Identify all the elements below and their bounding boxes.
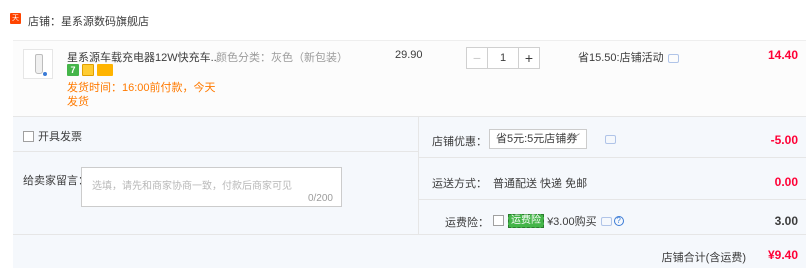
store-header: 天猫 店铺：星系源数码旗舰店 (0, 0, 806, 40)
promo-icons: 7 (67, 64, 116, 76)
quantity-decrease-button[interactable]: − (466, 47, 488, 69)
divider (419, 199, 806, 200)
unit-price: 29.90 (395, 49, 423, 61)
item-total: 14.40 (767, 48, 798, 62)
cart-item-row: 星系源车载充电器12W快充车... 颜色分类：灰色（新包装） 7 发货时间：16… (13, 40, 806, 116)
product-thumbnail[interactable] (23, 49, 53, 79)
product-spec: 颜色分类：灰色（新包装） (216, 52, 348, 64)
tmall-badge-icon: 天猫 (10, 13, 21, 33)
coupon-label: 店铺优惠： (432, 136, 487, 148)
insurance-label: 运费险： (445, 217, 489, 229)
shipping-time-note: 发货时间：16:00前付款，今天发货 (67, 82, 216, 108)
store-name[interactable]: 店铺：星系源数码旗舰店 (28, 13, 149, 29)
divider (419, 157, 806, 158)
memo-char-count: 0/200 (307, 193, 333, 204)
invoice-checkbox[interactable] (23, 131, 34, 142)
discount-note: 省15.50:店铺活动 (578, 49, 679, 65)
seven-day-return-icon[interactable]: 7 (67, 64, 79, 76)
credit-card-icon[interactable] (97, 64, 113, 76)
help-icon[interactable]: ? (613, 216, 624, 226)
coupon-amount: -5.00 (770, 133, 798, 147)
divider (13, 151, 419, 152)
invoice-label: 开具发票 (38, 131, 82, 143)
quantity-input[interactable]: 1 (488, 47, 518, 69)
guarantee-icon[interactable] (82, 64, 94, 76)
order-summary: 店铺优惠： 省5元:5元店铺券 ﹀ -5.00 运送方式： 普通配送 快递 免邮… (419, 117, 806, 235)
product-title[interactable]: 星系源车载充电器12W快充车... (67, 49, 217, 65)
coupon-value: 省5元:5元店铺券 (496, 133, 578, 145)
insurance-amount: 3.00 (774, 214, 798, 228)
insurance-price: ¥3.00购买 (547, 216, 597, 228)
insurance-tag: 运费险 (508, 214, 544, 228)
chat-icon[interactable] (667, 53, 679, 63)
shipping-insurance-option[interactable]: 运费险 ¥3.00购买? (493, 213, 624, 229)
invoice-option[interactable]: 开具发票 (23, 128, 82, 144)
shipping-method-value: 普通配送 快递 免邮 (493, 178, 588, 190)
insurance-checkbox[interactable] (493, 214, 504, 226)
store-coupon-select[interactable]: 省5元:5元店铺券 ﹀ (489, 129, 587, 149)
quantity-increase-button[interactable]: + (518, 47, 540, 69)
coupon-chat-icon[interactable] (605, 135, 616, 144)
order-options-panel: 开具发票 给卖家留言： 选填，请先和商家协商一致，付款后商家可见 0/200 店… (13, 116, 806, 235)
memo-label: 给卖家留言： (23, 175, 89, 187)
memo-placeholder: 选填，请先和商家协商一致，付款后商家可见 (92, 181, 292, 192)
chevron-down-icon: ﹀ (570, 134, 580, 145)
buyer-options: 开具发票 给卖家留言： 选填，请先和商家协商一致，付款后商家可见 0/200 (13, 117, 419, 235)
shipping-amount: 0.00 (774, 175, 798, 189)
store-total-label: 店铺合计(含运费) (661, 252, 746, 264)
discount-text: 省15.50:店铺活动 (578, 52, 664, 64)
insurance-chat-icon[interactable] (600, 216, 612, 226)
store-total-amount: ¥9.40 (767, 248, 798, 262)
store-total-bar: 店铺合计(含运费) ¥9.40 (13, 234, 806, 268)
car-charger-image (35, 54, 43, 74)
led-dot (43, 72, 47, 76)
shipping-method-label: 运送方式： (432, 178, 487, 190)
seller-memo-input[interactable]: 选填，请先和商家协商一致，付款后商家可见 0/200 (81, 167, 342, 207)
